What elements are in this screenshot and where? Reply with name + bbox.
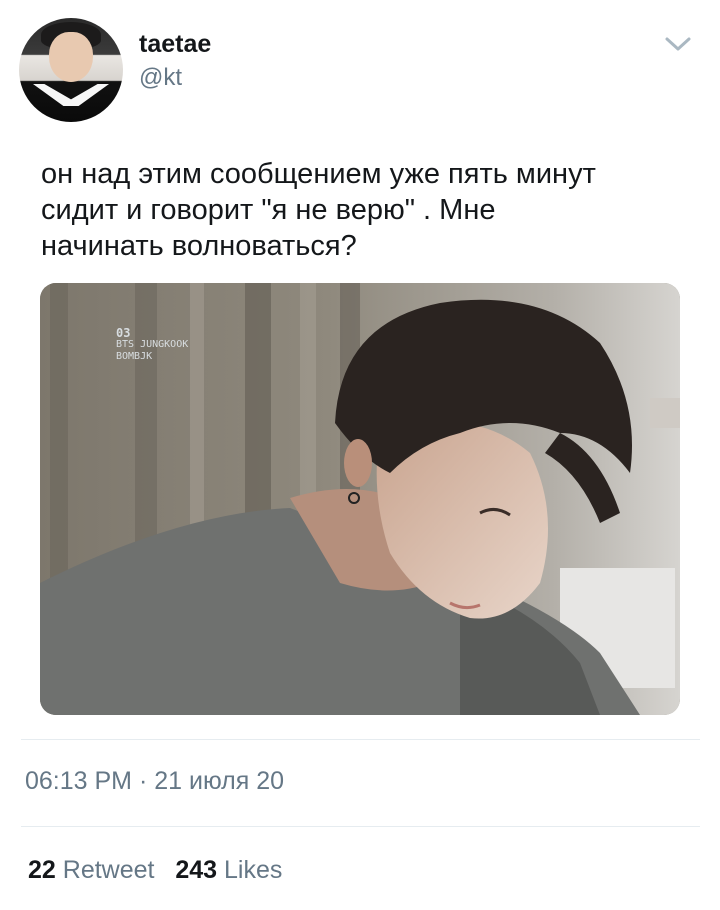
watermark-line: BTS JUNGKOOK — [116, 339, 189, 350]
user-avatar[interactable] — [19, 18, 123, 122]
retweet-label[interactable]: Retweet — [63, 856, 155, 884]
avatar-collar — [33, 84, 109, 106]
watermark-number: 03 — [116, 326, 131, 340]
divider — [21, 826, 700, 827]
likes-label[interactable]: Likes — [224, 856, 282, 884]
chevron-down-icon[interactable] — [664, 34, 692, 54]
watermark-line: BOMBJK — [116, 351, 153, 362]
user-handle[interactable]: @kt — [139, 64, 182, 92]
tweet-text-line: сидит и говорит "я не верю" . Мне — [41, 194, 496, 226]
tweet-text-line: он над этим сообщением уже пять минут — [41, 158, 596, 190]
retweet-count[interactable]: 22 — [28, 856, 56, 884]
display-name[interactable]: taetae — [139, 30, 211, 59]
tweet-media-photo[interactable]: 03 BTS JUNGKOOK BOMBJK — [40, 283, 680, 715]
tweet-text-line: начинать волноваться? — [41, 230, 357, 262]
divider — [21, 739, 700, 740]
likes-count[interactable]: 243 — [175, 856, 217, 884]
avatar-face — [49, 32, 93, 82]
photo-watermark: 03 BTS JUNGKOOK BOMBJK — [116, 327, 188, 363]
tweet-timestamp[interactable]: 06:13 PM · 21 июля 20 — [25, 767, 284, 796]
tweet-card: taetae @kt он над этим сообщением уже пя… — [0, 0, 720, 910]
tweet-text: он над этим сообщением уже пять минут си… — [41, 156, 691, 264]
tweet-stats: 22 Retweet 243 Likes — [28, 856, 282, 885]
